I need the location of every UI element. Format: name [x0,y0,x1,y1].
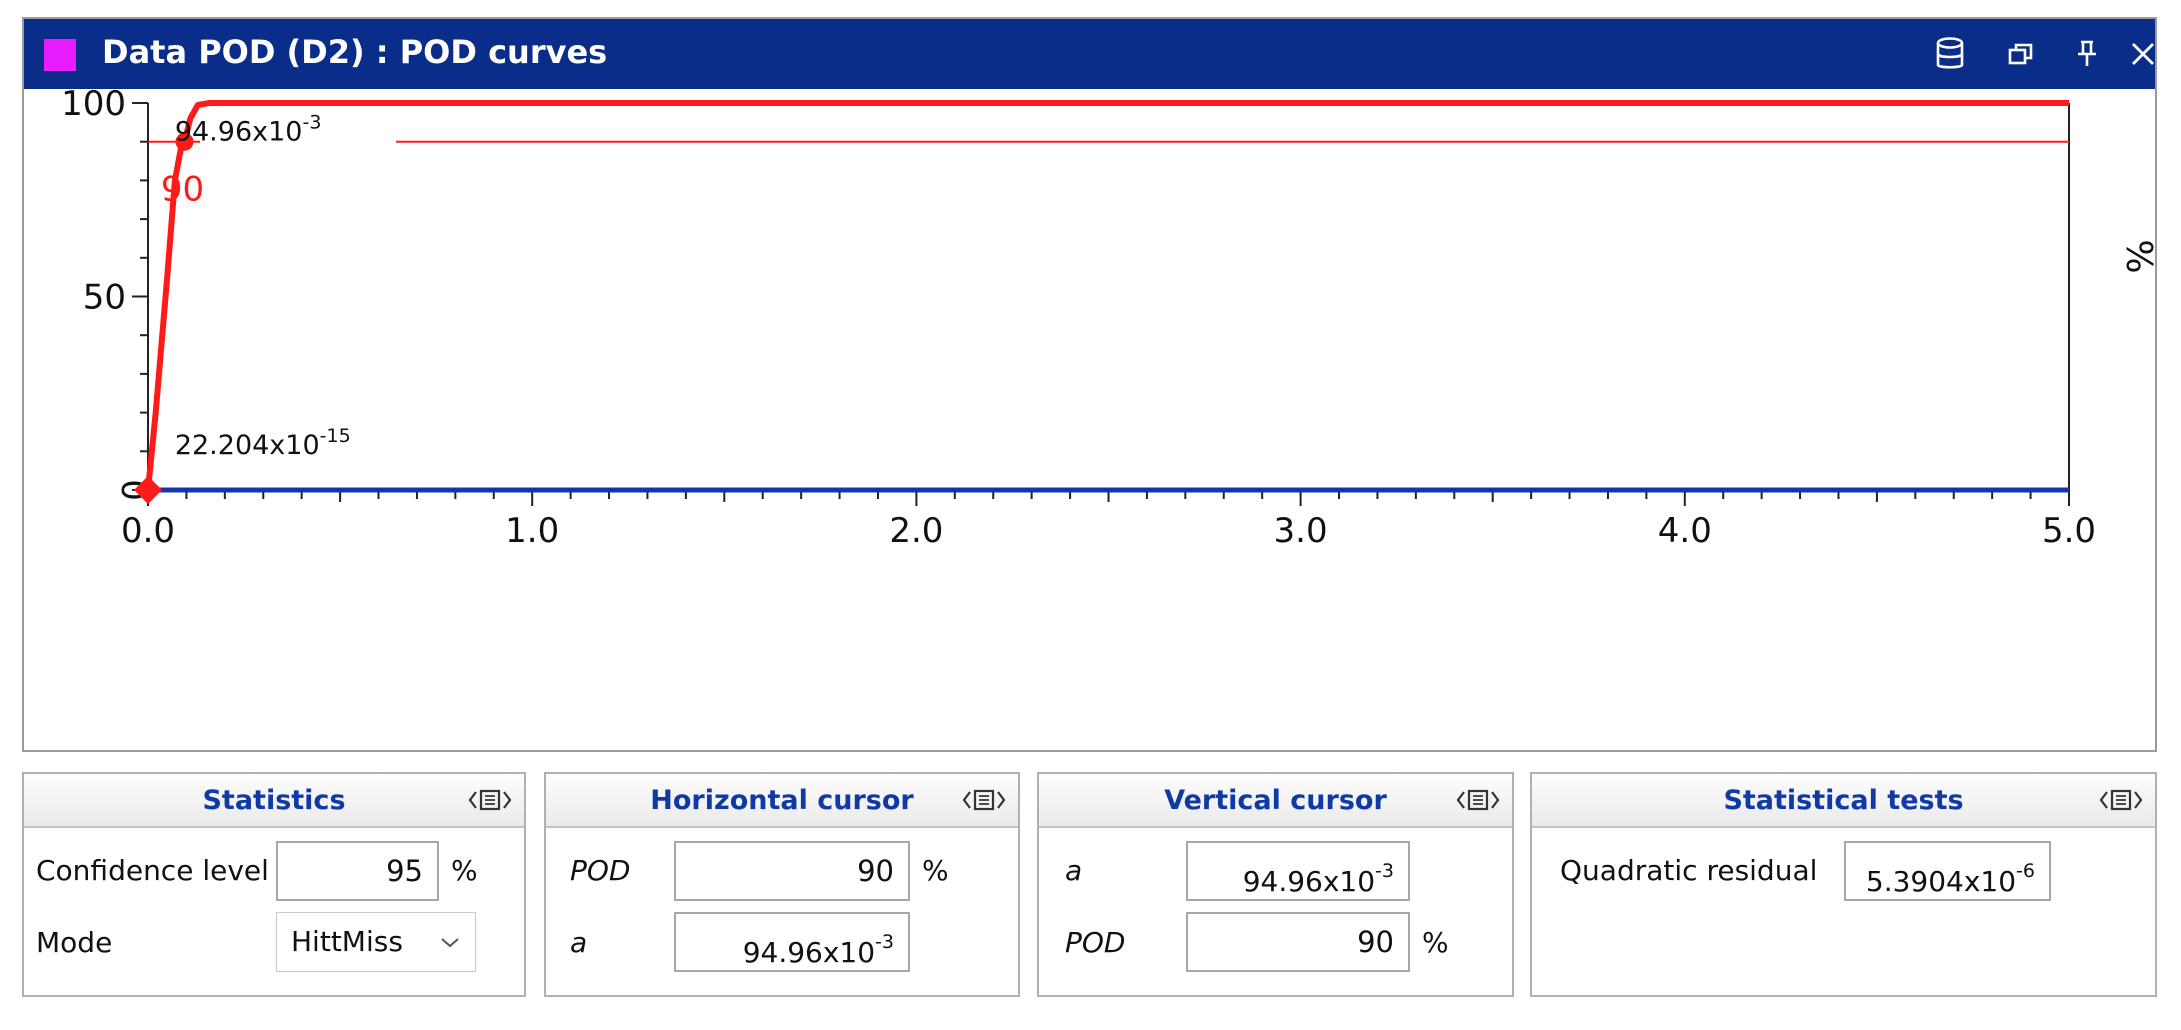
pod-curve-series-0 [145,100,2069,491]
x-tick-label: 2.0 [889,511,943,551]
statistics-title: Statistics [202,785,346,816]
hcursor-pod-label: POD [570,854,631,887]
hcursor-pod-input[interactable]: 90 [674,841,910,901]
vertical-cursor-title: Vertical cursor [1164,785,1387,816]
vcursor-pod-input[interactable]: 90 [1186,912,1410,972]
chevron-down-icon [441,938,459,948]
vcursor-a-label: a [1065,854,1083,887]
statistics-panel-header[interactable]: Statistics [24,774,524,828]
mode-selected-value: HittMiss [291,925,403,958]
residual-exponent: -6 [2016,860,2035,882]
hcursor-a-exponent: -3 [875,931,894,953]
vertical-cursor-panel-header[interactable]: Vertical cursor [1039,774,1512,828]
title-bar: Data POD (D2) : POD curves [24,19,2155,89]
pod-chart-svg[interactable]: 0.0 1.0 2.0 3.0 4.0 5.0050100%94.96x10-322.20… [24,84,2159,754]
x-tick-label: 1.0 [505,511,559,551]
confidence-level-input[interactable]: 95 [276,841,439,901]
hcursor-pod-unit: % [922,854,949,887]
vcursor-pod-label: POD [1065,926,1126,959]
quadratic-residual-label: Quadratic residual [1560,854,1818,887]
y-tick-label: 100 [61,89,126,124]
statistical-tests-title: Statistical tests [1723,785,1964,816]
vcursor-pod-unit: % [1422,926,1449,959]
mode-label: Mode [36,926,113,959]
horizontal-cursor-title: Horizontal cursor [650,785,914,816]
pin-icon[interactable] [2066,33,2108,75]
cursor-value-label: 90 [161,170,204,210]
annotation-exponent: -15 [320,425,351,447]
x-tick-label: 4.0 [1658,511,1712,551]
x-tick-label: 3.0 [1274,511,1328,551]
statistics-panel: Statistics Confidence level 95 % Mode Hi… [22,772,526,997]
annotation-mantissa: 22.204x10 [175,430,320,461]
vcursor-a-input[interactable]: 94.96x10-3 [1186,841,1410,901]
x-tick-label: 5.0 [2042,511,2096,551]
hcursor-a-mantissa: 94.96x10 [742,936,876,969]
restore-icon[interactable] [2000,33,2042,75]
value-annotation: 94.96x10-3 [175,112,322,148]
y-tick-label: 50 [83,278,126,318]
x-tick-label: 0.0 [121,511,175,551]
panel-toggle-icon[interactable] [468,786,512,814]
panel-toggle-icon[interactable] [962,786,1006,814]
hcursor-a-input[interactable]: 94.96x10-3 [674,912,910,972]
close-icon[interactable] [2122,33,2164,75]
pod-curves-window: Data POD (D2) : POD curves 0.0 1.0 2.0 3… [22,17,2159,754]
database-icon[interactable] [1929,33,1971,75]
dataset-color-swatch [44,39,76,71]
residual-mantissa: 5.3904x10 [1865,865,2017,898]
horizontal-cursor-panel: Horizontal cursor POD 90 % a 94.96x10-3 [544,772,1020,997]
confidence-level-label: Confidence level [36,854,269,887]
annotation-exponent: -3 [302,112,321,134]
vcursor-a-exponent: -3 [1375,860,1394,882]
panel-toggle-icon[interactable] [1456,786,1500,814]
horizontal-cursor-panel-header[interactable]: Horizontal cursor [546,774,1018,828]
mode-select[interactable]: HittMiss [276,912,476,972]
panel-toggle-icon[interactable] [2099,786,2143,814]
vertical-cursor-panel: Vertical cursor a 94.96x10-3 POD 90 % [1037,772,1514,997]
quadratic-residual-value: 5.3904x10-6 [1844,841,2051,901]
statistical-tests-panel: Statistical tests Quadratic residual 5.3… [1530,772,2157,997]
confidence-unit: % [451,854,478,887]
y-axis-title: % [2118,239,2155,273]
value-annotation: 22.204x10-15 [175,425,351,461]
window-title: Data POD (D2) : POD curves [102,33,608,71]
hcursor-a-label: a [570,926,588,959]
pod-chart[interactable]: 0.0 1.0 2.0 3.0 4.0 5.0 0 50 100% 94.96x10-3 22.20… [24,84,2159,754]
statistical-tests-panel-header[interactable]: Statistical tests [1532,774,2155,828]
vcursor-a-mantissa: 94.96x10 [1242,865,1376,898]
annotation-mantissa: 94.96x10 [175,117,303,148]
